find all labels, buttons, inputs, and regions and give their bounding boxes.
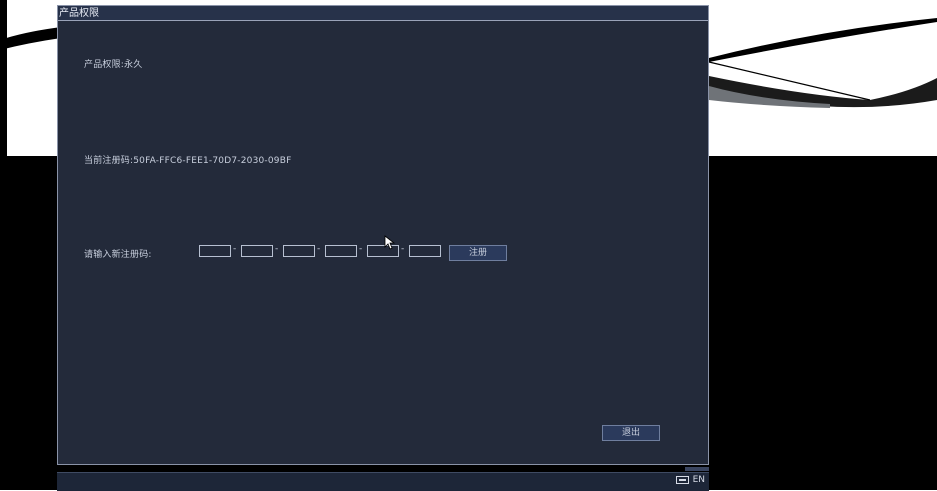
reg-code-field-2[interactable] bbox=[241, 245, 273, 257]
code-separator: - bbox=[233, 244, 237, 254]
reg-code-field-3[interactable] bbox=[283, 245, 315, 257]
code-separator: - bbox=[401, 244, 405, 254]
reg-code-field-1[interactable] bbox=[199, 245, 231, 257]
taskbar: EN bbox=[57, 467, 709, 491]
reg-code-field-4[interactable] bbox=[325, 245, 357, 257]
taskbar-scroll-handle[interactable] bbox=[685, 467, 709, 471]
reg-code-field-6[interactable] bbox=[409, 245, 441, 257]
code-separator: - bbox=[317, 244, 321, 254]
code-separator: - bbox=[359, 244, 363, 254]
current-registration-code: 当前注册码:50FA-FFC6-FEE1-70D7-2030-09BF bbox=[84, 156, 292, 166]
screen-left-edge bbox=[0, 0, 7, 490]
mouse-pointer-icon bbox=[384, 235, 396, 250]
keyboard-icon bbox=[675, 476, 689, 484]
license-status-text: 产品权限:永久 bbox=[84, 60, 143, 70]
input-method-indicator[interactable]: EN bbox=[675, 475, 705, 485]
code-separator: - bbox=[275, 244, 279, 254]
language-label: EN bbox=[692, 475, 705, 485]
register-button[interactable]: 注册 bbox=[449, 245, 507, 261]
product-license-window: 产品权限 产品权限:永久 当前注册码:50FA-FFC6-FEE1-70D7-2… bbox=[57, 5, 709, 465]
new-code-label: 请输入新注册码: bbox=[84, 250, 152, 260]
window-title: 产品权限 bbox=[58, 6, 708, 21]
exit-button[interactable]: 退出 bbox=[602, 425, 660, 441]
